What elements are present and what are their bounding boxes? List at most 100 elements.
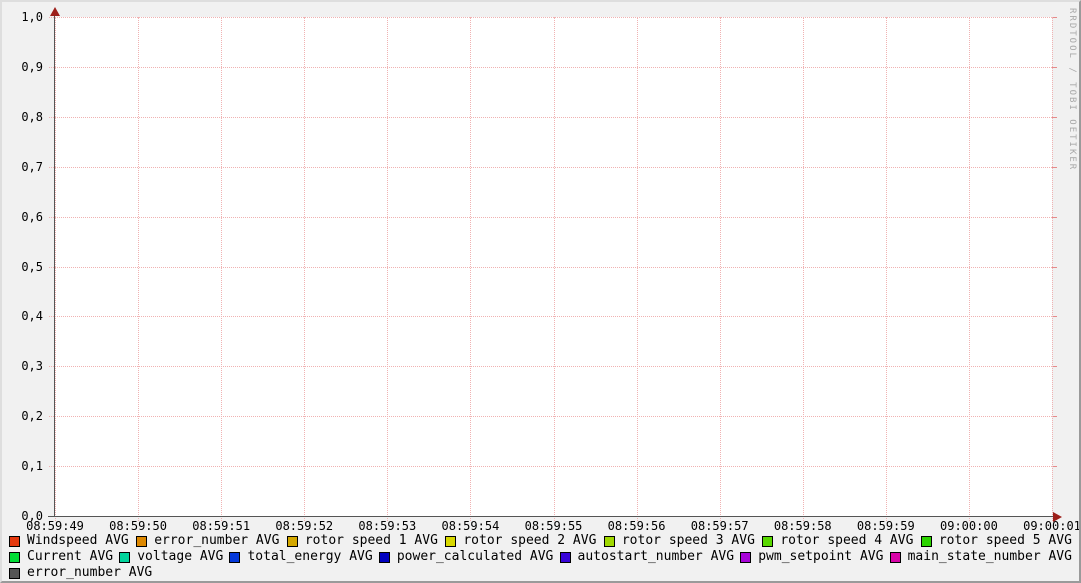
legend-item: error_number AVG bbox=[9, 566, 152, 580]
legend-label: error_number AVG bbox=[27, 566, 152, 580]
legend-swatch bbox=[740, 552, 751, 563]
legend-label: Current AVG bbox=[27, 550, 113, 564]
h-gridline bbox=[49, 316, 1052, 317]
v-gridline bbox=[387, 17, 388, 521]
y-tick-label: 0,9 bbox=[3, 60, 43, 74]
legend-item: main_state_number AVG bbox=[890, 550, 1072, 564]
legend-item: rotor speed 5 AVG bbox=[921, 534, 1072, 548]
y-tick-label: 0,4 bbox=[3, 309, 43, 323]
y-tick-label: 0,2 bbox=[3, 409, 43, 423]
x-tick-label: 08:59:59 bbox=[857, 519, 915, 533]
rrdtool-graph: 1,00,90,80,70,60,50,40,30,20,10,0 08:59:… bbox=[0, 0, 1081, 583]
v-gridline bbox=[803, 17, 804, 521]
legend-swatch bbox=[890, 552, 901, 563]
v-gridline bbox=[886, 17, 887, 521]
h-gridline bbox=[49, 217, 1052, 218]
y-tick-label: 0,5 bbox=[3, 260, 43, 274]
v-gridline bbox=[1052, 17, 1053, 521]
legend-label: rotor speed 1 AVG bbox=[305, 534, 438, 548]
x-tick-label: 08:59:52 bbox=[275, 519, 333, 533]
x-tick-label: 09:00:01 bbox=[1023, 519, 1081, 533]
h-gridline bbox=[49, 466, 1052, 467]
legend-swatch bbox=[9, 536, 20, 547]
x-tick-label: 08:59:49 bbox=[26, 519, 84, 533]
legend-item: total_energy AVG bbox=[229, 550, 372, 564]
legend-item: pwm_setpoint AVG bbox=[740, 550, 883, 564]
y-axis-arrow-icon bbox=[50, 7, 60, 16]
legend-label: rotor speed 3 AVG bbox=[622, 534, 755, 548]
legend-label: pwm_setpoint AVG bbox=[758, 550, 883, 564]
x-tick-label: 08:59:53 bbox=[358, 519, 416, 533]
legend-swatch bbox=[229, 552, 240, 563]
legend-row: Windspeed AVG error_number AVG rotor speed… bbox=[9, 534, 1072, 548]
x-axis-line bbox=[48, 516, 1054, 517]
v-gridline bbox=[221, 17, 222, 521]
x-axis-labels: 08:59:4908:59:5008:59:5108:59:5208:59:53… bbox=[55, 519, 1052, 533]
legend-swatch bbox=[9, 568, 20, 579]
legend-row: error_number AVG bbox=[9, 566, 1072, 580]
legend-label: power_calculated AVG bbox=[397, 550, 554, 564]
x-tick-label: 08:59:50 bbox=[109, 519, 167, 533]
legend-item: rotor speed 2 AVG bbox=[445, 534, 596, 548]
x-tick-label: 08:59:57 bbox=[691, 519, 749, 533]
y-axis-line bbox=[54, 12, 55, 517]
legend-swatch bbox=[604, 536, 615, 547]
legend-label: error_number AVG bbox=[154, 534, 279, 548]
x-tick-label: 08:59:51 bbox=[192, 519, 250, 533]
h-gridline bbox=[49, 17, 1052, 18]
h-gridline bbox=[49, 416, 1052, 417]
plot-area bbox=[55, 17, 1052, 516]
v-gridline bbox=[138, 17, 139, 521]
y-tick-label: 0,1 bbox=[3, 459, 43, 473]
h-gridline bbox=[49, 366, 1052, 367]
v-gridline bbox=[637, 17, 638, 521]
legend-swatch bbox=[762, 536, 773, 547]
x-tick-label: 08:59:55 bbox=[525, 519, 583, 533]
legend-label: main_state_number AVG bbox=[908, 550, 1072, 564]
legend-swatch bbox=[921, 536, 932, 547]
legend-label: Windspeed AVG bbox=[27, 534, 129, 548]
y-axis-labels: 1,00,90,80,70,60,50,40,30,20,10,0 bbox=[2, 17, 50, 516]
legend-item: rotor speed 4 AVG bbox=[762, 534, 913, 548]
v-gridline bbox=[969, 17, 970, 521]
x-tick-label: 08:59:54 bbox=[442, 519, 500, 533]
legend-item: power_calculated AVG bbox=[379, 550, 554, 564]
y-tick-label: 0,3 bbox=[3, 359, 43, 373]
x-tick-label: 08:59:56 bbox=[608, 519, 666, 533]
x-tick-label: 08:59:58 bbox=[774, 519, 832, 533]
v-gridline bbox=[720, 17, 721, 521]
legend-label: rotor speed 2 AVG bbox=[463, 534, 596, 548]
legend-row: Current AVG voltage AVG total_energy AVG po… bbox=[9, 550, 1072, 564]
v-gridline bbox=[554, 17, 555, 521]
legend-swatch bbox=[287, 536, 298, 547]
h-gridline bbox=[49, 267, 1052, 268]
chart-legend: Windspeed AVG error_number AVG rotor speed… bbox=[9, 534, 1072, 582]
legend-label: rotor speed 5 AVG bbox=[939, 534, 1072, 548]
legend-swatch bbox=[9, 552, 20, 563]
h-gridline bbox=[49, 67, 1052, 68]
legend-swatch bbox=[560, 552, 571, 563]
legend-item: autostart_number AVG bbox=[560, 550, 735, 564]
legend-swatch bbox=[379, 552, 390, 563]
y-tick-label: 0,6 bbox=[3, 210, 43, 224]
x-tick-label: 09:00:00 bbox=[940, 519, 998, 533]
legend-item: Current AVG bbox=[9, 550, 113, 564]
legend-label: total_energy AVG bbox=[247, 550, 372, 564]
v-gridline bbox=[304, 17, 305, 521]
legend-label: autostart_number AVG bbox=[578, 550, 735, 564]
v-gridline bbox=[55, 17, 56, 521]
legend-item: error_number AVG bbox=[136, 534, 279, 548]
legend-label: voltage AVG bbox=[137, 550, 223, 564]
legend-swatch bbox=[445, 536, 456, 547]
v-gridline bbox=[470, 17, 471, 521]
legend-item: Windspeed AVG bbox=[9, 534, 129, 548]
legend-swatch bbox=[136, 536, 147, 547]
legend-item: voltage AVG bbox=[119, 550, 223, 564]
legend-item: rotor speed 1 AVG bbox=[287, 534, 438, 548]
y-tick-label: 1,0 bbox=[3, 10, 43, 24]
y-tick-label: 0,8 bbox=[3, 110, 43, 124]
h-gridline bbox=[49, 117, 1052, 118]
rrdtool-watermark: RRDTOOL / TOBI OETIKER bbox=[1067, 8, 1077, 171]
legend-item: rotor speed 3 AVG bbox=[604, 534, 755, 548]
h-gridline bbox=[49, 167, 1052, 168]
